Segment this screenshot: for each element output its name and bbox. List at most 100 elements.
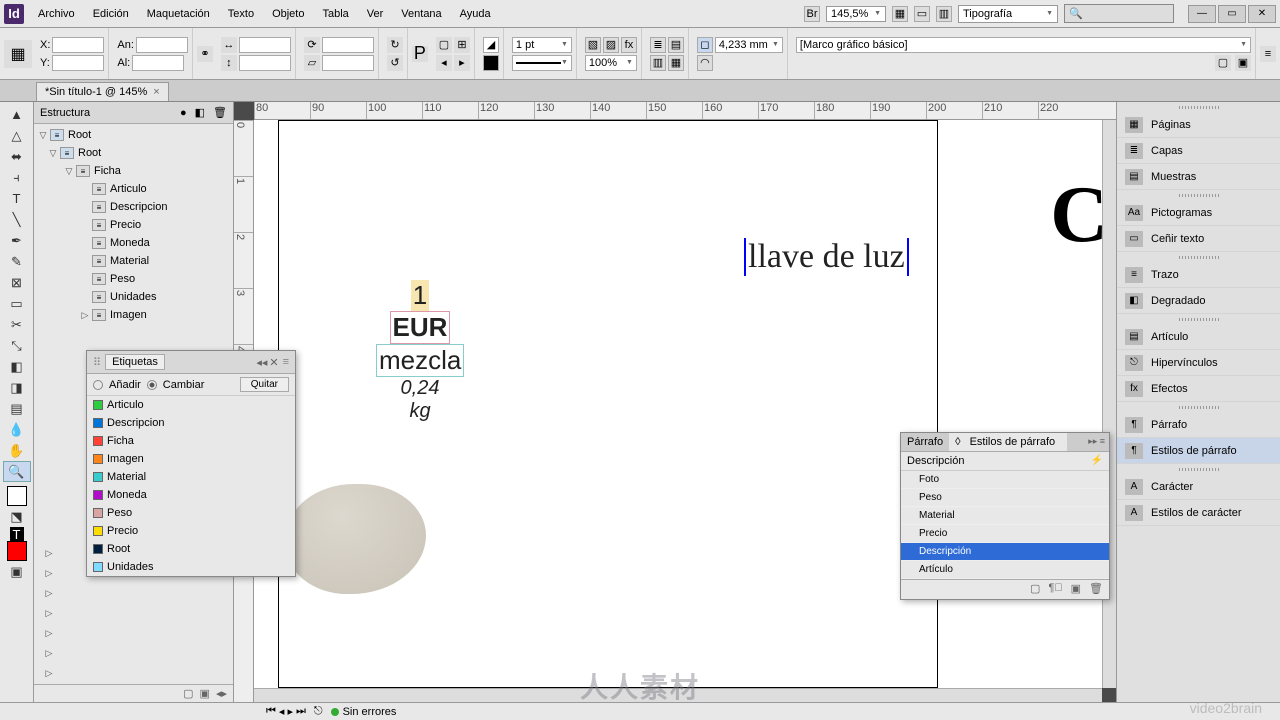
menu-tabla[interactable]: Tabla — [314, 4, 356, 24]
tree-row[interactable]: ≡Unidades — [34, 288, 233, 306]
tree-row[interactable]: ▷≡Imagen — [34, 306, 233, 324]
type-tool-icon[interactable]: T — [3, 188, 31, 209]
tree-row[interactable]: ≡Descripcion — [34, 198, 233, 216]
document-tab[interactable]: *Sin título-1 @ 145% × — [36, 82, 169, 101]
etiqueta-row[interactable]: Peso — [87, 504, 295, 522]
menu-maquetacion[interactable]: Maquetación — [139, 4, 218, 24]
zoom-dropdown[interactable]: 145,5% — [826, 6, 886, 22]
dock-item[interactable]: ≣Capas — [1117, 138, 1280, 164]
dock-grip[interactable] — [1117, 102, 1280, 112]
para-foot-trash-icon[interactable]: 🗑 — [1089, 582, 1103, 597]
etiqueta-row[interactable]: Unidades — [87, 558, 295, 576]
wrap-jump-icon[interactable]: ▥ — [650, 55, 666, 71]
para-foot-clear-icon[interactable]: ¶⃠ — [1048, 582, 1062, 597]
canvas[interactable]: 8090100110120130140150160170180190200210… — [234, 102, 1116, 702]
structure-foot-icon-2[interactable]: ▣ — [200, 687, 210, 700]
menu-ver[interactable]: Ver — [359, 4, 392, 24]
apply-color-icon[interactable]: T — [10, 527, 24, 541]
dock-grip[interactable] — [1117, 190, 1280, 200]
document-tab-close-icon[interactable]: × — [153, 86, 159, 98]
object-style-dropdown[interactable]: [Marco gráfico básico] — [796, 37, 1251, 53]
free-transform-tool-icon[interactable]: ⤡ — [3, 335, 31, 356]
structure-foot-icon-1[interactable]: ▢ — [183, 687, 193, 700]
wrap-none-icon[interactable]: ≣ — [650, 37, 666, 53]
zoom-tool-icon[interactable]: 🔍 — [3, 461, 31, 482]
dock-item[interactable]: ¶Párrafo — [1117, 412, 1280, 438]
first-page-icon[interactable]: ⏮ — [266, 705, 276, 718]
etiqueta-row[interactable]: Descripcion — [87, 414, 295, 432]
paragraph-style-row[interactable]: Material — [901, 507, 1109, 525]
menu-objeto[interactable]: Objeto — [264, 4, 312, 24]
tree-row[interactable]: ▽≡Ficha — [34, 162, 233, 180]
structure-menu-icon[interactable]: ● — [180, 107, 187, 119]
dock-item[interactable]: ▤Artículo — [1117, 324, 1280, 350]
dock-grip[interactable] — [1117, 464, 1280, 474]
minimize-button[interactable]: — — [1188, 5, 1216, 23]
etiquetas-list[interactable]: ArticuloDescripcionFichaImagenMaterialMo… — [87, 396, 295, 576]
menu-ayuda[interactable]: Ayuda — [452, 4, 499, 24]
controlbar-menu-icon[interactable]: ≡ — [1260, 46, 1276, 62]
paragraph-style-row[interactable]: Foto — [901, 471, 1109, 489]
etiqueta-row[interactable]: Precio — [87, 522, 295, 540]
select-content-icon[interactable]: ⊞ — [454, 37, 470, 53]
shear-input[interactable] — [322, 55, 374, 71]
structure-trash-icon[interactable]: 🗑 — [213, 106, 227, 119]
wrap-around-icon[interactable]: ▤ — [668, 37, 684, 53]
dock-item[interactable]: ACarácter — [1117, 474, 1280, 500]
etiquetas-panel[interactable]: ⠿ Etiquetas ◂◂ ✕ ≡ Añadir Cambiar Quitar… — [86, 350, 296, 577]
etiquetas-menu-icon[interactable]: ≡ — [283, 356, 289, 368]
pen-tool-icon[interactable]: ✒ — [3, 230, 31, 251]
dock-item[interactable]: ≡Trazo — [1117, 262, 1280, 288]
paragraph-styles-panel[interactable]: Párrafo ◊ Estilos de párrafo ▸▸ ≡ Descri… — [900, 432, 1110, 600]
pencil-tool-icon[interactable]: ✎ — [3, 251, 31, 272]
last-page-icon[interactable]: ⏭ — [296, 705, 306, 718]
dock-item[interactable]: ▦Páginas — [1117, 112, 1280, 138]
etiquetas-close-icon[interactable]: ✕ — [269, 356, 278, 369]
dock-grip[interactable] — [1117, 252, 1280, 262]
structure-opt-icon[interactable]: ◧ — [195, 106, 205, 119]
measure-dropdown[interactable]: 4,233 mm — [715, 37, 783, 53]
dock-item[interactable]: AEstilos de carácter — [1117, 500, 1280, 526]
search-input[interactable]: 🔍 — [1064, 4, 1174, 23]
rotate-input[interactable] — [322, 37, 374, 53]
hand-tool-icon[interactable]: ✋ — [3, 440, 31, 461]
fx-icon[interactable]: fx — [621, 37, 637, 53]
tree-row[interactable]: ≡Articulo — [34, 180, 233, 198]
x-input[interactable] — [52, 37, 104, 53]
preflight-status[interactable]: Sin errores — [331, 706, 397, 718]
reference-point-icon[interactable]: ▦ — [4, 40, 32, 68]
formatting-affects-icon[interactable] — [7, 541, 27, 561]
change-radio[interactable] — [147, 380, 157, 390]
paragraph-style-row[interactable]: Peso — [901, 489, 1109, 507]
rectangle-tool-icon[interactable]: ▭ — [3, 293, 31, 314]
close-button[interactable]: ✕ — [1248, 5, 1276, 23]
bridge-icon[interactable]: Br — [804, 6, 820, 22]
stroke-weight-dropdown[interactable]: 1 pt — [512, 37, 572, 53]
fit-frame-icon[interactable]: ◻ — [697, 37, 713, 53]
rotate-ccw-icon[interactable]: ↺ — [387, 55, 403, 71]
feather-icon[interactable]: ▨ — [603, 37, 619, 53]
dock-grip[interactable] — [1117, 402, 1280, 412]
para-foot-folder-icon[interactable]: ▢ — [1030, 582, 1040, 597]
paragraph-override-icon[interactable]: ⚡ — [1091, 455, 1103, 467]
estilos-parrafo-tab[interactable]: ◊ Estilos de párrafo — [949, 433, 1067, 451]
flip-h-icon[interactable]: P — [412, 46, 428, 62]
maximize-button[interactable]: ▭ — [1218, 5, 1246, 23]
etiqueta-row[interactable]: Imagen — [87, 450, 295, 468]
etiquetas-grip-icon[interactable]: ⠿ — [93, 356, 101, 369]
dock-item[interactable]: ⎋Hipervínculos — [1117, 350, 1280, 376]
eyedropper-tool-icon[interactable]: 💧 — [3, 419, 31, 440]
view-options-icon[interactable]: ▦ — [892, 6, 908, 22]
etiqueta-row[interactable]: Material — [87, 468, 295, 486]
paragraph-style-row[interactable]: Artículo — [901, 561, 1109, 579]
structure-foot-icon-3[interactable]: ◂▸ — [216, 687, 227, 700]
etiquetas-tab-title[interactable]: Etiquetas — [105, 354, 165, 370]
open-icon[interactable]: ⎋ — [314, 705, 323, 718]
etiqueta-row[interactable]: Moneda — [87, 486, 295, 504]
stroke-swatch[interactable] — [483, 55, 499, 71]
prev-page-icon[interactable]: ◂ — [279, 705, 285, 718]
page-tool-icon[interactable]: ⬌ — [3, 146, 31, 167]
select-prev-icon[interactable]: ◂ — [436, 55, 452, 71]
fill-color-icon[interactable] — [7, 486, 27, 506]
scale-y-input[interactable] — [239, 55, 291, 71]
